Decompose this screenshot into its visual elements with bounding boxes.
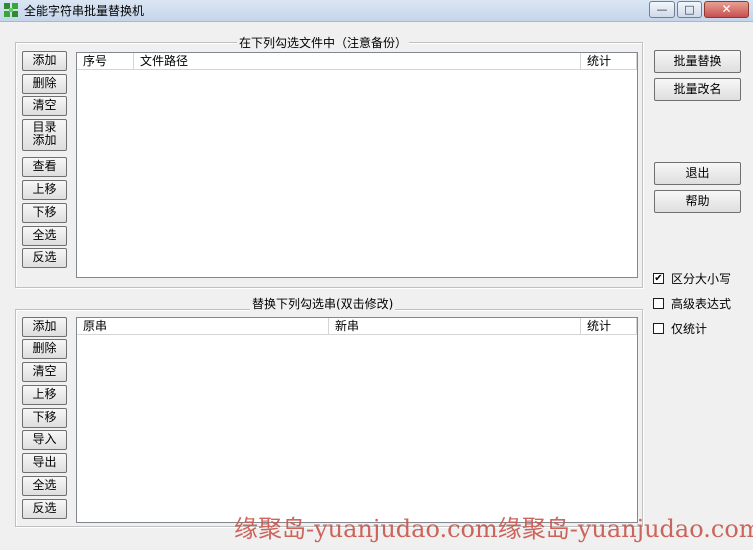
column-header-count[interactable]: 统计: [581, 318, 637, 335]
invert-string-selection-button[interactable]: 反选: [22, 499, 67, 519]
string-list[interactable]: 原串 新串 统计: [76, 317, 638, 523]
maximize-button[interactable]: □: [677, 1, 702, 18]
column-header-original[interactable]: 原串: [77, 318, 329, 335]
clear-strings-button[interactable]: 清空: [22, 362, 67, 382]
watermark-text: 缘聚岛-yuanjudao.com缘聚岛-yuanjudao.com: [234, 515, 753, 543]
close-icon: ✕: [721, 2, 732, 16]
select-all-files-button[interactable]: 全选: [22, 226, 67, 246]
export-strings-button[interactable]: 导出: [22, 453, 67, 473]
move-file-up-button[interactable]: 上移: [22, 180, 67, 200]
view-file-button[interactable]: 查看: [22, 157, 67, 177]
column-header-index[interactable]: 序号: [77, 53, 134, 70]
add-string-button[interactable]: 添加: [22, 317, 67, 337]
help-button[interactable]: 帮助: [654, 190, 741, 213]
add-directory-button-line: 添加: [32, 133, 57, 147]
invert-file-selection-button[interactable]: 反选: [22, 248, 67, 268]
column-header-new[interactable]: 新串: [329, 318, 581, 335]
case-sensitive-label[interactable]: 区分大小写: [671, 272, 731, 286]
column-header-count[interactable]: 统计: [581, 53, 637, 70]
file-list[interactable]: 序号 文件路径 统计: [76, 52, 638, 278]
batch-replace-button[interactable]: 批量替换: [654, 50, 741, 73]
minimize-button[interactable]: —: [649, 1, 675, 18]
clear-files-button[interactable]: 清空: [22, 96, 67, 116]
advanced-expression-label[interactable]: 高级表达式: [671, 297, 731, 311]
move-string-down-button[interactable]: 下移: [22, 408, 67, 428]
move-string-up-button[interactable]: 上移: [22, 385, 67, 405]
maximize-icon: □: [684, 3, 695, 16]
batch-rename-button[interactable]: 批量改名: [654, 78, 741, 101]
column-header-file-path[interactable]: 文件路径: [134, 53, 581, 70]
window-title: 全能字符串批量替换机: [24, 4, 145, 18]
add-file-button[interactable]: 添加: [22, 51, 67, 71]
case-sensitive-checkbox[interactable]: ✔: [653, 273, 664, 284]
advanced-expression-checkbox[interactable]: [653, 298, 664, 309]
files-group-title: 在下列勾选文件中（注意备份）: [237, 36, 410, 50]
minimize-icon: —: [656, 3, 668, 16]
move-file-down-button[interactable]: 下移: [22, 203, 67, 223]
close-button[interactable]: ✕: [704, 1, 749, 18]
count-only-label[interactable]: 仅统计: [671, 322, 707, 336]
select-all-strings-button[interactable]: 全选: [22, 476, 67, 496]
add-directory-button[interactable]: 目录 添加: [22, 119, 67, 151]
exit-button[interactable]: 退出: [654, 162, 741, 185]
import-strings-button[interactable]: 导入: [22, 430, 67, 450]
delete-file-button[interactable]: 删除: [22, 74, 67, 94]
delete-string-button[interactable]: 删除: [22, 339, 67, 359]
strings-group-title: 替换下列勾选串(双击修改): [250, 297, 396, 311]
checkmark-icon: ✔: [654, 273, 663, 284]
app-icon: [4, 3, 18, 17]
count-only-checkbox[interactable]: [653, 323, 664, 334]
